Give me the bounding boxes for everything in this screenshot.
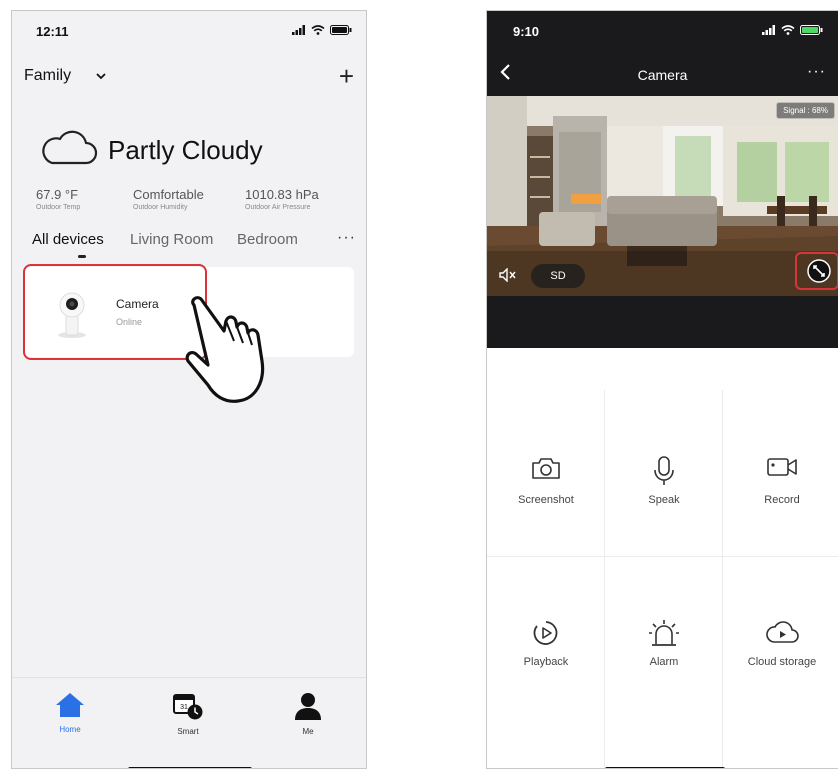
cloud-icon xyxy=(42,130,98,165)
nav-home[interactable]: Home xyxy=(40,692,100,734)
nav-smart[interactable]: 31 Smart xyxy=(158,692,218,736)
cloud-play-icon xyxy=(766,621,799,643)
video-control-band xyxy=(487,296,838,348)
stat-value: 67.9 °F xyxy=(36,187,79,202)
nav-me[interactable]: Me xyxy=(278,692,338,736)
nav-label: Home xyxy=(59,725,81,734)
tab-all-devices[interactable]: All devices xyxy=(32,231,104,248)
action-alarm[interactable]: Alarm xyxy=(605,560,723,722)
calendar-clock-icon: 31 xyxy=(173,694,203,720)
action-cloud-storage[interactable]: Cloud storage xyxy=(723,560,838,722)
weather-condition: Partly Cloudy xyxy=(108,135,263,165)
stat-label: Outdoor Temp xyxy=(36,204,81,211)
wifi-icon xyxy=(781,25,795,35)
action-speak[interactable]: Speak xyxy=(605,398,723,560)
cellular-signal-icon xyxy=(292,25,305,35)
tap-highlight-box xyxy=(23,264,207,360)
action-label: Playback xyxy=(523,656,569,668)
wifi-icon xyxy=(311,25,325,35)
pointing-hand-icon xyxy=(185,296,265,403)
action-label: Alarm xyxy=(649,656,679,668)
signal-badge: Signal : 68% xyxy=(776,102,835,119)
camera-header: 9:10 Camera ··· xyxy=(487,11,838,96)
weather-summary: Partly Cloudy xyxy=(38,125,338,175)
status-bar: 12:11 xyxy=(12,11,366,55)
right-phone-screen: 9:10 Camera ··· Signal: 68% SD Screensh… xyxy=(486,10,838,769)
stat-value: 1010.83 hPa xyxy=(245,187,319,202)
battery-charging-icon xyxy=(800,25,823,35)
cellular-signal-icon xyxy=(762,25,775,35)
action-playback[interactable]: Playback xyxy=(487,560,605,722)
tab-bedroom[interactable]: Bedroom xyxy=(237,231,298,248)
battery-icon xyxy=(330,25,352,35)
playback-icon xyxy=(533,621,558,645)
more-options-button[interactable]: ··· xyxy=(807,63,826,81)
home-indicator xyxy=(605,767,725,768)
speaker-mute-icon[interactable] xyxy=(499,268,517,282)
add-device-button[interactable]: + xyxy=(339,63,354,89)
page-title: Camera xyxy=(637,67,688,83)
bottom-nav-bar: Home 31 Smart Me xyxy=(12,677,366,768)
live-video-feed[interactable]: Signal : 68% SD xyxy=(487,96,838,296)
fullscreen-toggle-icon[interactable] xyxy=(807,259,831,283)
tab-living-room[interactable]: Living Room xyxy=(130,231,213,248)
stat-value: Comfortable xyxy=(133,187,204,202)
user-icon xyxy=(295,693,321,720)
microphone-icon xyxy=(654,456,674,485)
resolution-sd-button[interactable]: SD xyxy=(531,264,585,288)
family-selector[interactable]: Family xyxy=(24,67,71,85)
stat-outdoor-temp: 67.9 °F Outdoor Temp xyxy=(36,187,80,211)
video-camera-icon xyxy=(767,458,797,476)
tabs-more-button[interactable]: ··· xyxy=(337,229,356,247)
camera-actions-grid: Screenshot Speak Record Playback Alarm C… xyxy=(487,348,838,768)
active-tab-indicator xyxy=(78,255,86,258)
left-phone-screen: 12:11 Family + Partly Cloudy 67.9 °F Out… xyxy=(11,10,367,769)
nav-label: Me xyxy=(302,727,314,736)
stat-outdoor-humidity: Comfortable Outdoor Humidity xyxy=(133,187,204,211)
stat-label: Outdoor Humidity xyxy=(133,204,188,211)
action-screenshot[interactable]: Screenshot xyxy=(487,398,605,560)
action-label: Screenshot xyxy=(518,494,574,506)
home-icon xyxy=(56,693,84,717)
family-header: Family + xyxy=(24,63,354,91)
status-time: 12:11 xyxy=(36,24,69,39)
stat-outdoor-air-pressure: 1010.83 hPa Outdoor Air Pressure xyxy=(245,187,319,211)
status-icons xyxy=(762,25,824,35)
action-label: Record xyxy=(764,494,800,506)
chevron-down-icon[interactable] xyxy=(96,73,106,80)
room-tabs: All devices Living Room Bedroom ··· xyxy=(32,229,356,261)
alarm-icon xyxy=(649,620,679,646)
action-label: Speak xyxy=(648,494,680,506)
stat-label: Outdoor Air Pressure xyxy=(245,204,311,211)
camera-icon xyxy=(532,458,560,479)
status-icons xyxy=(292,25,352,35)
action-record[interactable]: Record xyxy=(723,398,838,560)
action-label: Cloud storage xyxy=(747,656,817,668)
nav-label: Smart xyxy=(177,727,199,736)
home-indicator xyxy=(128,767,252,768)
status-time: 9:10 xyxy=(513,24,540,39)
svg-text:31: 31 xyxy=(180,704,188,711)
